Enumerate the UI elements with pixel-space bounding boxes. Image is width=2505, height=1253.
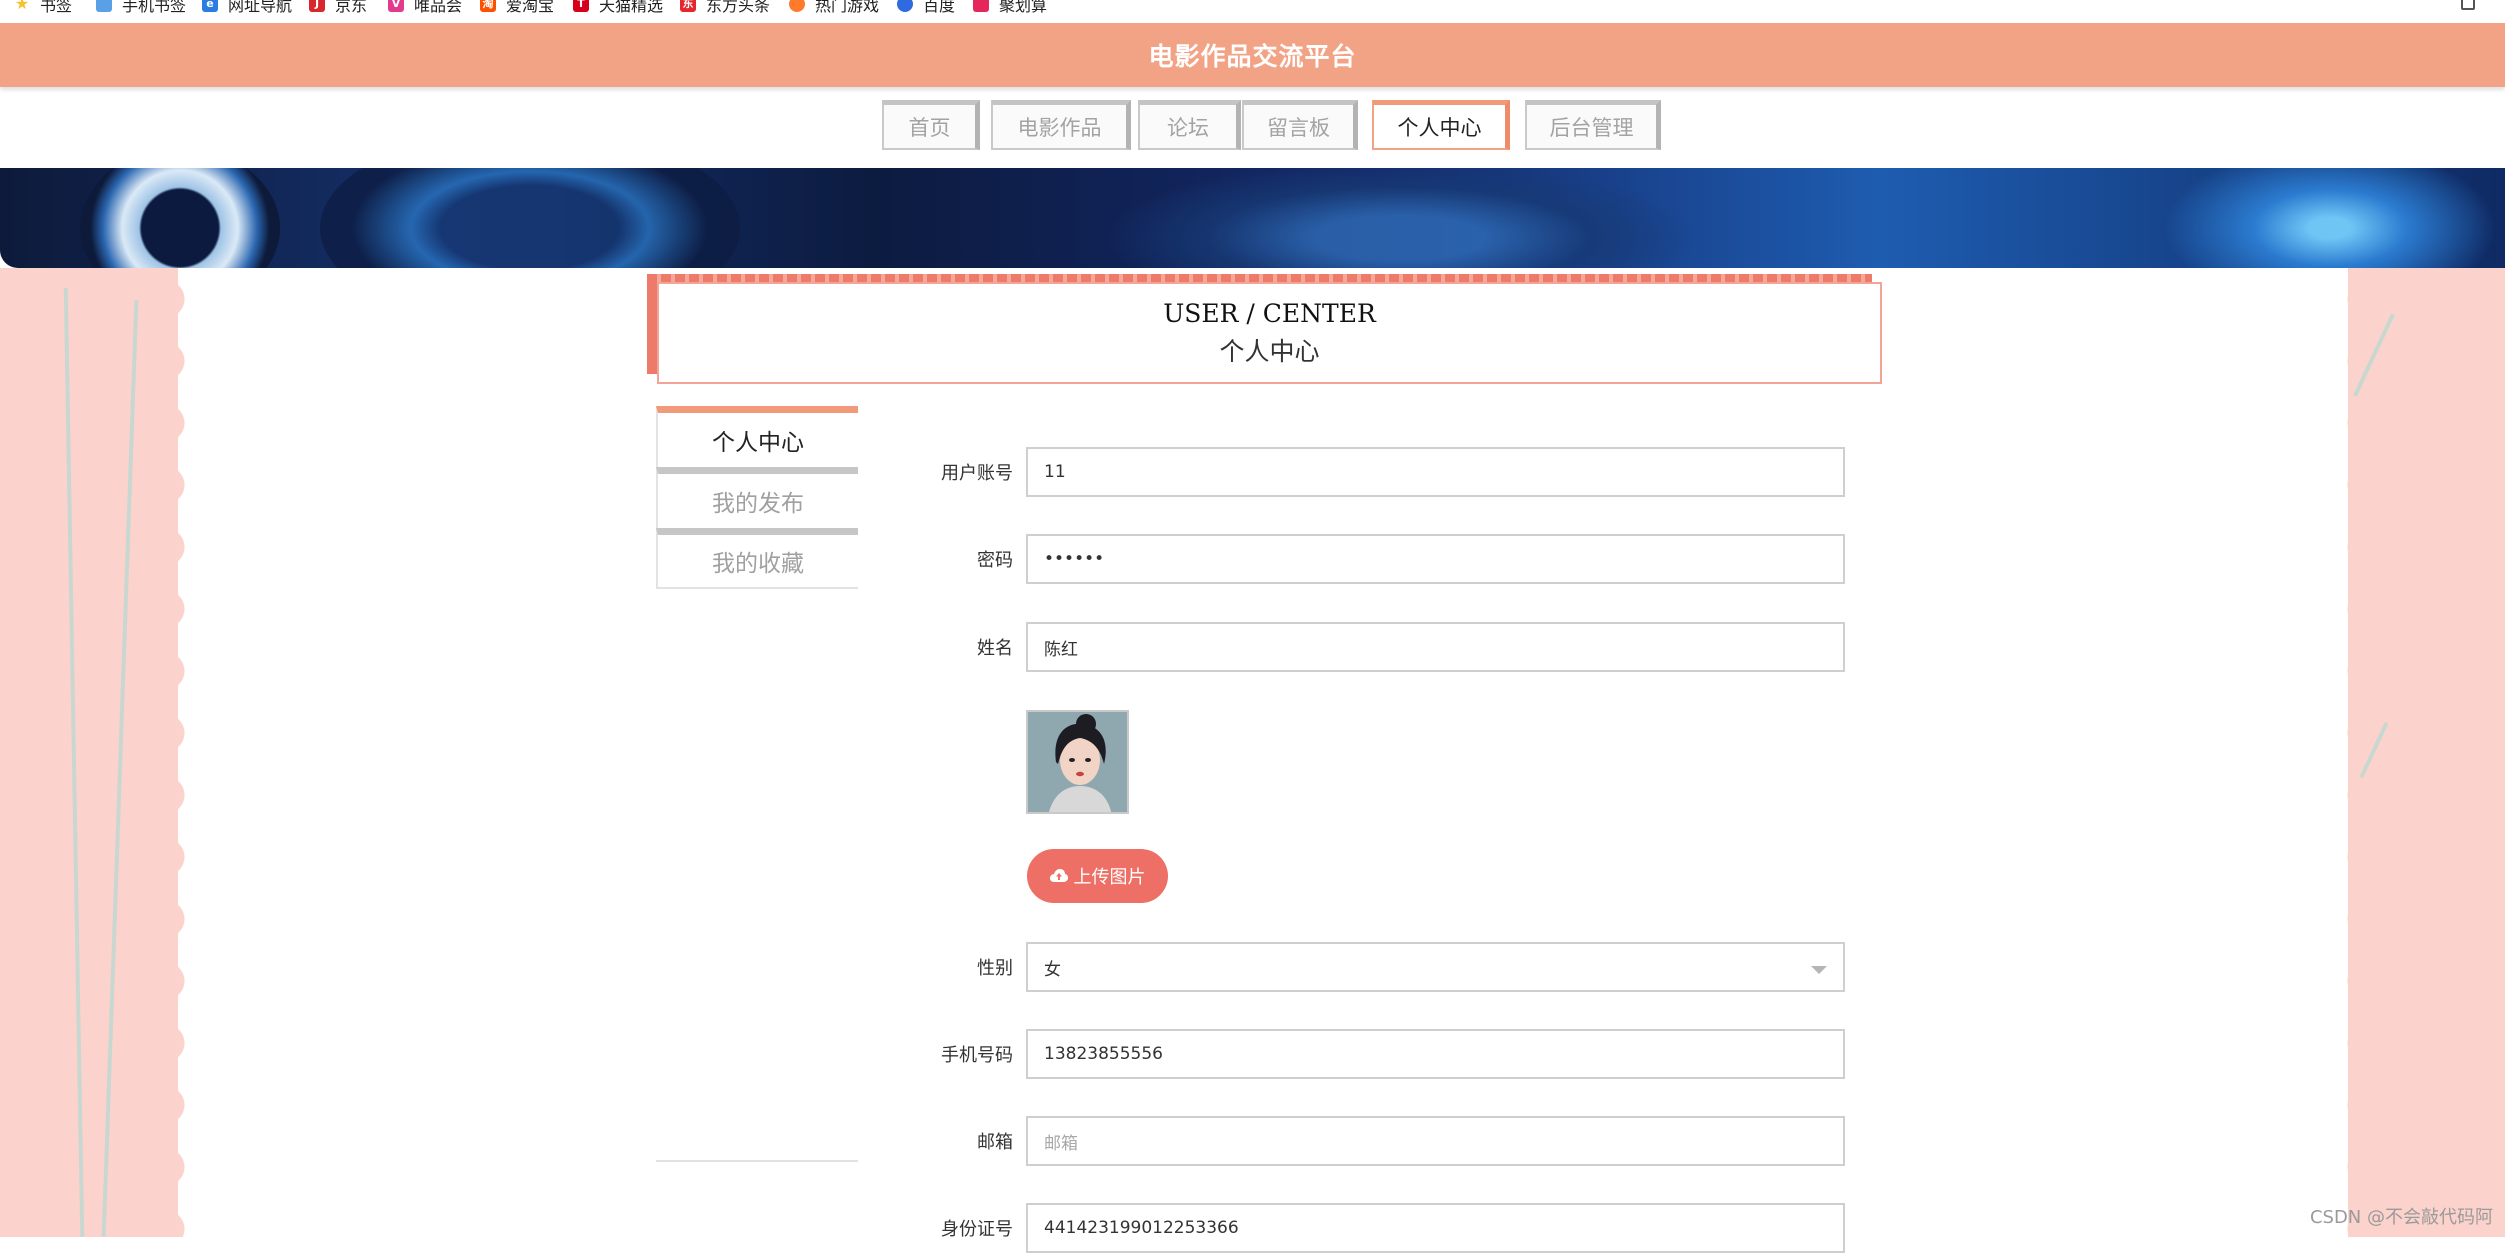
nav-forum[interactable]: 论坛 bbox=[1138, 100, 1241, 150]
form-row-account: 用户账号 11 bbox=[900, 447, 1845, 497]
bookmark-item[interactable]: J 京东 bbox=[309, 0, 367, 14]
bookmark-item[interactable]: T 天猫精选 bbox=[573, 0, 663, 14]
game-icon bbox=[789, 0, 805, 12]
form-row-name: 姓名 陈红 bbox=[900, 622, 1845, 672]
phone-label: 手机号码 bbox=[900, 1029, 1013, 1079]
browser-e-icon: e bbox=[202, 0, 218, 12]
side-item-my-favorites[interactable]: 我的收藏 bbox=[656, 528, 858, 589]
id-card-input[interactable]: 441423199012253366 bbox=[1026, 1203, 1845, 1253]
nav-admin[interactable]: 后台管理 bbox=[1525, 100, 1661, 150]
toutiao-logo-icon: 东 bbox=[680, 0, 696, 12]
scallop-border-right bbox=[2342, 268, 2366, 1237]
upload-image-button[interactable]: 上传图片 bbox=[1027, 849, 1168, 903]
bookmark-item[interactable]: V 唯品会 bbox=[388, 0, 462, 14]
baidu-logo-icon bbox=[897, 0, 913, 12]
nav-movies[interactable]: 电影作品 bbox=[991, 100, 1131, 150]
window-icon[interactable] bbox=[2461, 0, 2475, 10]
nav-home[interactable]: 首页 bbox=[882, 100, 980, 150]
taobao-logo-icon: 淘 bbox=[480, 0, 496, 12]
side-menu-divider bbox=[656, 1160, 858, 1162]
juhuasuan-logo-icon bbox=[973, 0, 989, 12]
vip-logo-icon: V bbox=[388, 0, 404, 12]
id-card-label: 身份证号 bbox=[900, 1203, 1013, 1253]
phone-input[interactable]: 13823855556 bbox=[1026, 1029, 1845, 1079]
bookmark-item[interactable]: 百度 bbox=[897, 0, 955, 14]
film-banner bbox=[0, 168, 2505, 268]
bookmarks-bar: ★ 书签 手机书签 e 网址导航 J 京东 V 唯品会 淘 爱淘宝 T 天猫精选… bbox=[0, 0, 2505, 18]
cloud-upload-icon bbox=[1050, 869, 1068, 883]
name-input[interactable]: 陈红 bbox=[1026, 622, 1845, 672]
gender-select[interactable]: 女 bbox=[1026, 942, 1845, 992]
watermark: CSDN @不会敲代码阿 bbox=[2310, 1203, 2493, 1229]
name-label: 姓名 bbox=[900, 622, 1013, 672]
content-area bbox=[178, 268, 2348, 1237]
site-title: 电影作品交流平台 bbox=[1148, 37, 1356, 73]
bookmark-item[interactable]: e 网址导航 bbox=[202, 0, 292, 14]
main-nav: 首页 电影作品 论坛 留言板 个人中心 后台管理 bbox=[0, 97, 2505, 153]
section-title-box: USER / CENTER 个人中心 bbox=[647, 274, 1882, 384]
phone-bookmark-icon bbox=[96, 0, 112, 12]
avatar-image bbox=[1026, 710, 1129, 814]
section-title-cn: 个人中心 bbox=[1219, 332, 1319, 368]
scallop-border-left bbox=[166, 268, 190, 1237]
avatar-illustration bbox=[1028, 712, 1129, 814]
bookmark-item[interactable]: 淘 爱淘宝 bbox=[480, 0, 554, 14]
bookmark-item[interactable]: 东 东方头条 bbox=[680, 0, 770, 14]
bookmark-item[interactable]: 手机书签 bbox=[96, 0, 186, 14]
form-row-phone: 手机号码 13823855556 bbox=[900, 1029, 1845, 1079]
side-menu: 个人中心 我的发布 我的收藏 bbox=[656, 406, 858, 589]
email-label: 邮箱 bbox=[900, 1116, 1013, 1166]
tmall-logo-icon: T bbox=[573, 0, 589, 12]
gender-select-value: 女 bbox=[1044, 955, 1061, 980]
side-item-my-posts[interactable]: 我的发布 bbox=[656, 467, 858, 528]
upload-image-label: 上传图片 bbox=[1074, 863, 1146, 889]
account-label: 用户账号 bbox=[900, 447, 1013, 497]
bookmark-item[interactable]: ★ 书签 bbox=[14, 0, 72, 14]
section-title-en: USER / CENTER bbox=[1163, 299, 1376, 328]
form-row-gender: 性别 女 bbox=[900, 942, 1845, 992]
chevron-down-icon bbox=[1811, 966, 1827, 974]
password-input[interactable]: •••••• bbox=[1026, 534, 1845, 584]
site-header: 电影作品交流平台 bbox=[0, 23, 2505, 87]
form-row-email: 邮箱 邮箱 bbox=[900, 1116, 1845, 1166]
side-item-user-center[interactable]: 个人中心 bbox=[656, 406, 858, 467]
form-row-password: 密码 •••••• bbox=[900, 534, 1845, 584]
bookmark-item[interactable]: 热门游戏 bbox=[789, 0, 879, 14]
nav-message-board[interactable]: 留言板 bbox=[1242, 100, 1358, 150]
email-input[interactable]: 邮箱 bbox=[1026, 1116, 1845, 1166]
password-label: 密码 bbox=[900, 534, 1013, 584]
star-icon: ★ bbox=[14, 0, 30, 12]
account-input[interactable]: 11 bbox=[1026, 447, 1845, 497]
form-row-id-card: 身份证号 441423199012253366 bbox=[900, 1203, 1845, 1253]
nav-user-center[interactable]: 个人中心 bbox=[1372, 100, 1510, 150]
gender-label: 性别 bbox=[900, 942, 1013, 992]
bookmark-item[interactable]: 聚划算 bbox=[973, 0, 1047, 14]
jd-logo-icon: J bbox=[309, 0, 325, 12]
